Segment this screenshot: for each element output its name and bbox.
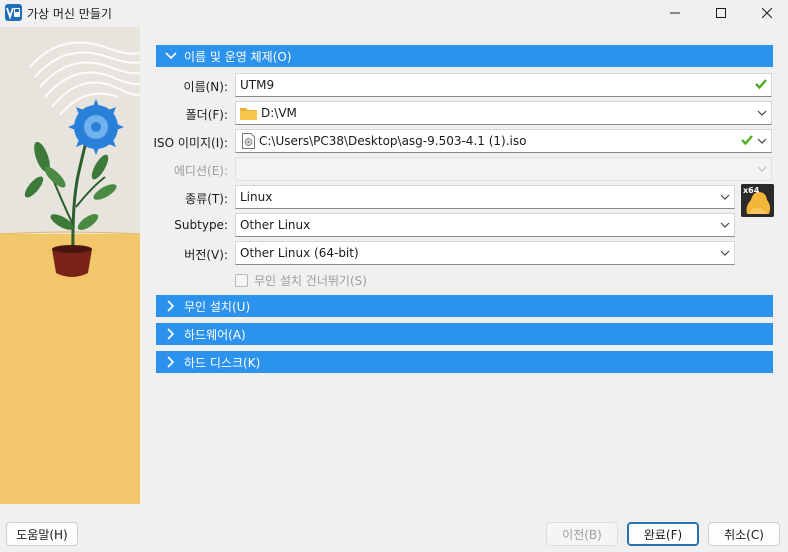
maximize-button[interactable] <box>698 0 744 25</box>
skip-unattended-checkbox-row[interactable]: 무인 설치 건너뛰기(S) <box>235 272 367 289</box>
section-label: 이름 및 운영 체제(O) <box>184 49 292 64</box>
section-label: 하드 디스크(K) <box>184 355 261 370</box>
version-value: Other Linux (64-bit) <box>240 246 359 260</box>
chevron-down-icon <box>720 222 730 228</box>
iso-combobox[interactable]: C:\Users\PC38\Desktop\asg-9.503-4.1 (1).… <box>235 129 772 153</box>
section-hardware[interactable]: 하드웨어(A) <box>156 323 773 345</box>
cancel-button[interactable]: 취소(C) <box>708 522 780 546</box>
skip-unattended-checkbox[interactable] <box>235 274 248 287</box>
folder-combobox[interactable]: D:\VM <box>235 101 772 125</box>
type-combobox[interactable]: Linux <box>235 185 735 209</box>
finish-button[interactable]: 완료(F) <box>627 522 699 546</box>
linux-tux-icon: x64 <box>741 184 774 217</box>
edition-combobox[interactable] <box>235 157 772 181</box>
folder-label: 폴더(F): <box>185 108 228 122</box>
checkmark-icon <box>741 135 753 146</box>
button-bar: 도움말(H) 이전(B) 완료(F) 취소(C) <box>0 512 788 552</box>
chevron-right-icon <box>160 323 182 345</box>
close-button[interactable] <box>744 0 788 25</box>
maximize-icon <box>716 7 726 18</box>
chevron-right-icon <box>160 351 182 373</box>
chevron-down-icon <box>757 110 767 116</box>
folder-value: D:\VM <box>261 106 297 120</box>
checkmark-icon <box>755 79 767 90</box>
skip-unattended-label: 무인 설치 건너뛰기(S) <box>254 274 367 288</box>
minimize-button[interactable] <box>652 0 698 25</box>
x64-badge: x64 <box>743 186 760 195</box>
section-label: 하드웨어(A) <box>184 327 246 342</box>
back-button[interactable]: 이전(B) <box>546 522 618 546</box>
name-field[interactable]: UTM9 <box>235 73 772 97</box>
help-button[interactable]: 도움말(H) <box>6 522 78 546</box>
name-label: 이름(N): <box>183 80 228 94</box>
disc-file-icon <box>242 133 255 149</box>
chevron-right-icon <box>160 295 182 317</box>
chevron-down-icon <box>757 138 767 144</box>
chevron-down-icon <box>720 250 730 256</box>
virtualbox-icon <box>5 4 22 21</box>
section-name-os[interactable]: 이름 및 운영 체제(O) <box>156 45 773 67</box>
version-label: 버전(V): <box>184 248 228 262</box>
iso-value: C:\Users\PC38\Desktop\asg-9.503-4.1 (1).… <box>259 134 527 148</box>
close-icon <box>762 7 772 18</box>
section-label: 무인 설치(U) <box>184 299 251 314</box>
type-label: 종류(T): <box>185 192 228 206</box>
section-unattended[interactable]: 무인 설치(U) <box>156 295 773 317</box>
wizard-illustration <box>0 27 140 504</box>
subtype-label: Subtype: <box>174 218 228 232</box>
subtype-value: Other Linux <box>240 218 311 232</box>
edition-label: 에디션(E): <box>173 164 228 178</box>
window-title: 가상 머신 만들기 <box>27 7 112 21</box>
minimize-icon <box>670 12 680 13</box>
iso-label: ISO 이미지(I): <box>153 136 228 150</box>
chevron-down-icon <box>160 45 182 67</box>
version-combobox[interactable]: Other Linux (64-bit) <box>235 241 735 265</box>
chevron-down-icon <box>720 194 730 200</box>
plant-illustration-icon <box>0 27 140 504</box>
subtype-combobox[interactable]: Other Linux <box>235 213 735 237</box>
section-hard-disk[interactable]: 하드 디스크(K) <box>156 351 773 373</box>
folder-icon <box>240 108 257 120</box>
title-bar: 가상 머신 만들기 <box>0 0 788 27</box>
name-value: UTM9 <box>240 78 275 92</box>
type-value: Linux <box>240 190 273 204</box>
chevron-down-icon <box>757 166 767 172</box>
